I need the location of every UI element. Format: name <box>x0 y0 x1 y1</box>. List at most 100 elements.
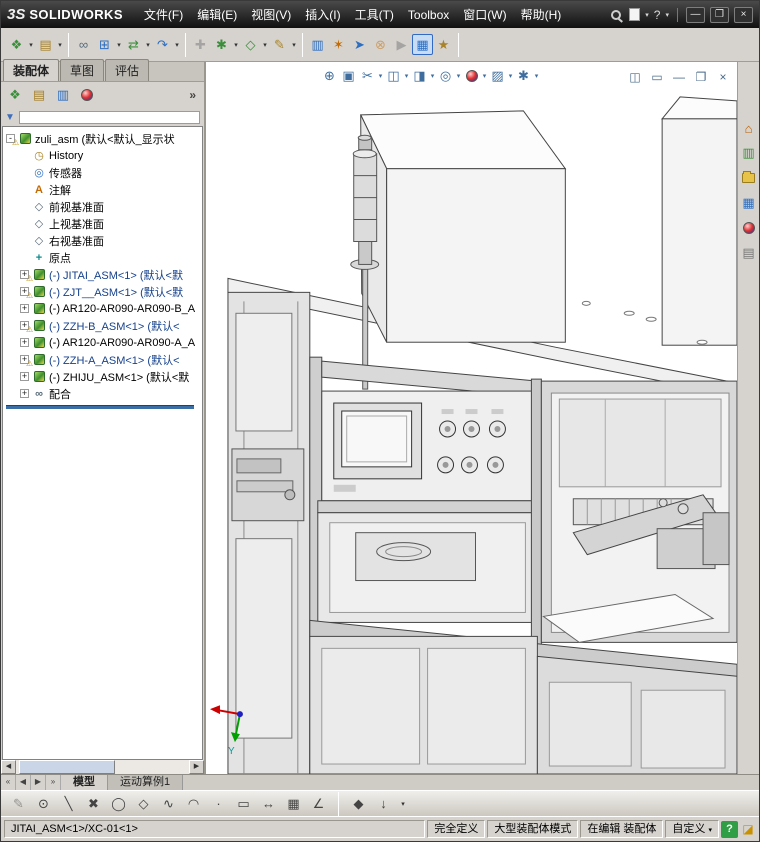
tree-item-root[interactable]: - ⚠ zuli_asm (默认<默认_显示状 <box>3 130 202 147</box>
featuremanager-tree-icon[interactable]: ❖ <box>6 86 24 104</box>
zoom-to-area-icon[interactable]: ▣ <box>339 67 358 85</box>
hmi-screen[interactable] <box>341 410 413 468</box>
dropdown-icon[interactable]: ▾ <box>144 41 152 49</box>
expand-icon[interactable]: + <box>20 304 29 313</box>
smart-fasteners-icon[interactable]: ✚ <box>190 34 211 55</box>
more-tools-icon[interactable]: ↓ <box>374 794 393 813</box>
edit-appearance-icon[interactable] <box>462 67 481 85</box>
filter-icon[interactable]: ▼ <box>5 112 15 123</box>
hide-show-items-icon[interactable]: ◎ <box>436 67 455 85</box>
left-cabinet[interactable] <box>359 110 567 343</box>
status-custom-dropdown[interactable]: 自定义 ▾ <box>665 820 719 838</box>
dropdown-icon[interactable]: ▾ <box>56 41 64 49</box>
scrollbar-thumb[interactable] <box>19 760 115 774</box>
view-palette-icon[interactable]: ▦ <box>740 195 757 211</box>
scroll-right-button[interactable]: ▶ <box>189 760 204 774</box>
menu-view[interactable]: 视图(V) <box>244 1 298 28</box>
simulation-icon[interactable]: ▶ <box>391 34 412 55</box>
view-settings-icon[interactable]: ✱ <box>514 67 533 85</box>
tree-item-front-plane[interactable]: ◇ 前视基准面 <box>3 198 202 215</box>
tab-motion-study[interactable]: 运动算例1 <box>108 775 184 790</box>
tree-item-sensors[interactable]: ◎ 传感器 <box>3 164 202 181</box>
section-view-icon[interactable]: ✂ <box>358 67 377 85</box>
close-button[interactable]: × <box>734 6 753 23</box>
dropdown-icon[interactable]: ▾ <box>533 72 540 80</box>
exploded-view-icon[interactable]: ✶ <box>328 34 349 55</box>
tree-item-top-plane[interactable]: ◇ 上视基准面 <box>3 215 202 232</box>
ellipse-tool-icon[interactable]: ◯ <box>109 794 128 813</box>
display-style-icon[interactable]: ◨ <box>410 67 429 85</box>
tree-item-component[interactable]: + (-) ZHIJU_ASM<1> (默认<默 <box>3 368 202 385</box>
tab-nav-next[interactable]: ▶ <box>31 775 46 790</box>
dropdown-icon[interactable]: ▾ <box>403 72 410 80</box>
line-tool-icon[interactable]: ╲ <box>59 794 78 813</box>
tile-windows-icon[interactable]: ▭ <box>649 69 665 84</box>
expand-icon[interactable]: + <box>20 372 29 381</box>
insert-components-icon[interactable]: ❖ <box>6 34 27 55</box>
menu-toolbox[interactable]: Toolbox <box>401 3 456 27</box>
point-tool-icon[interactable]: · <box>209 794 228 813</box>
dropdown-icon[interactable]: ▾ <box>290 41 298 49</box>
machine-3d-model[interactable]: Y <box>206 62 737 774</box>
right-cabinet[interactable] <box>661 96 737 346</box>
panel-expand-chevron[interactable]: » <box>189 88 199 102</box>
control-panel[interactable] <box>321 390 534 502</box>
reference-geometry-icon[interactable]: ◇ <box>240 34 261 55</box>
large-assembly-mode-icon[interactable]: ▦ <box>412 34 433 55</box>
tree-item-annotations[interactable]: A 注解 <box>3 181 202 198</box>
explode-line-sketch-icon[interactable]: ➤ <box>349 34 370 55</box>
tab-sketch[interactable]: 草图 <box>60 59 105 81</box>
dropdown-icon[interactable]: ▾ <box>27 41 35 49</box>
zoom-fit-icon[interactable]: ⊕ <box>320 67 339 85</box>
grid-pattern-icon[interactable]: ▦ <box>284 794 303 813</box>
arc-tool-icon[interactable]: ◠ <box>184 794 203 813</box>
minimize-doc-icon[interactable]: — <box>671 69 687 84</box>
scroll-left-button[interactable]: ◀ <box>1 760 16 774</box>
scrollbar-track[interactable] <box>16 760 189 774</box>
menu-insert[interactable]: 插入(I) <box>298 1 347 28</box>
view-orientation-icon[interactable]: ◫ <box>384 67 403 85</box>
tab-nav-prev[interactable]: ◀ <box>16 775 31 790</box>
tree-item-component[interactable]: + (-) AR120-AR090-AR090-A_A <box>3 334 202 351</box>
restore-button[interactable]: ❐ <box>710 6 729 23</box>
machinery-bay[interactable] <box>540 380 737 643</box>
mate-icon[interactable]: ∞ <box>73 34 94 55</box>
dropdown-icon[interactable]: ▾ <box>429 72 436 80</box>
dropdown-icon[interactable]: ▾ <box>377 72 384 80</box>
dropdown-icon[interactable]: ▾ <box>481 72 488 80</box>
linear-component-pattern-icon[interactable]: ⊞ <box>94 34 115 55</box>
drawer-panel[interactable] <box>317 500 538 623</box>
graphics-area[interactable]: Y ⊕ ▣ ✂ ▾ ◫ ▾ ◨ ▾ ◎ ▾ ▾ ▨ ▾ ✱ ▾ ◫ ▭ — ❐ × <box>206 62 737 774</box>
design-library-icon[interactable]: ▥ <box>740 145 757 161</box>
dropdown-icon[interactable]: ▾ <box>261 41 269 49</box>
tree-item-right-plane[interactable]: ◇ 右视基准面 <box>3 232 202 249</box>
tree-item-mates[interactable]: + ∞ 配合 <box>3 385 202 402</box>
split-pane-icon[interactable]: ◫ <box>627 69 643 84</box>
help-dropdown-icon[interactable]: ▾ <box>665 11 669 19</box>
custom-properties-icon[interactable]: ▤ <box>740 245 757 261</box>
propertymanager-icon[interactable]: ▤ <box>30 86 48 104</box>
displaymanager-icon[interactable] <box>78 86 96 104</box>
tree-item-component[interactable]: + ⚠ (-) JITAI_ASM<1> (默认<默 <box>3 266 202 283</box>
angle-dimension-icon[interactable]: ∠ <box>309 794 328 813</box>
file-explorer-folder-icon[interactable] <box>740 170 757 186</box>
dropdown-icon[interactable]: ▾ <box>455 72 462 80</box>
sketch-icon[interactable]: ✎ <box>9 794 28 813</box>
quick-tip-icon[interactable]: ◪ <box>740 821 756 837</box>
new-document-icon[interactable] <box>629 8 641 21</box>
interference-detection-icon[interactable]: ⊗ <box>370 34 391 55</box>
move-component-icon[interactable]: ⇄ <box>123 34 144 55</box>
rollback-bar[interactable] <box>6 405 194 409</box>
dropdown-icon[interactable]: ▾ <box>173 41 181 49</box>
tree-item-component[interactable]: + ⚠ (-) ZJT__ASM<1> (默认<默 <box>3 283 202 300</box>
tab-nav-last[interactable]: » <box>46 775 61 790</box>
assembly-features-icon[interactable]: ✱ <box>211 34 232 55</box>
tab-model[interactable]: 模型 <box>61 775 108 790</box>
resources-home-icon[interactable]: ⌂ <box>740 120 757 136</box>
bill-of-materials-icon[interactable]: ▥ <box>307 34 328 55</box>
left-frame-column[interactable] <box>227 291 311 774</box>
tree-item-component[interactable]: + ⚠ (-) ZZH-B_ASM<1> (默认< <box>3 317 202 334</box>
dropdown-icon[interactable]: ▾ <box>507 72 514 80</box>
appearances-icon[interactable] <box>740 220 757 236</box>
tree-item-component[interactable]: + ⚠ (-) ZZH-A_ASM<1> (默认< <box>3 351 202 368</box>
